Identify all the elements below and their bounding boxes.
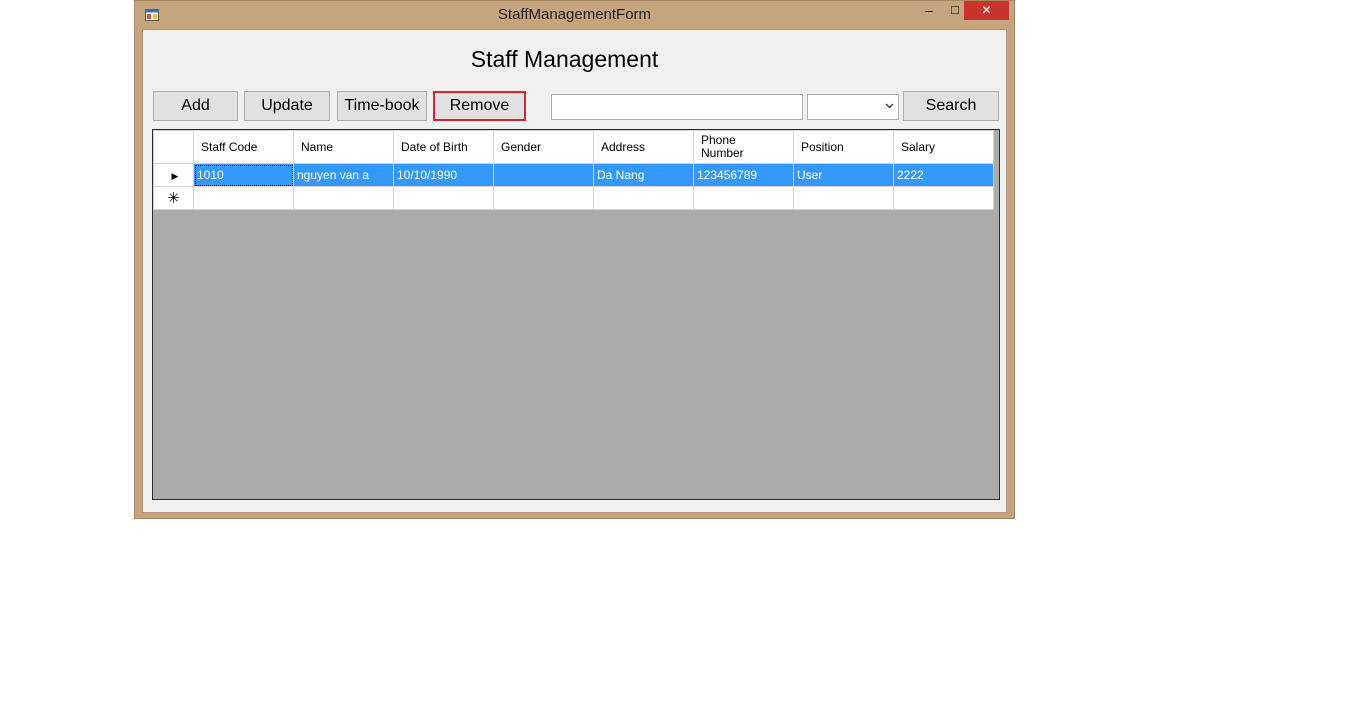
new-cell-date-of-birth[interactable] (393, 186, 494, 210)
new-cell-phone-number[interactable] (693, 186, 794, 210)
new-cell-gender[interactable] (493, 186, 594, 210)
form-client-area: Staff Management Add Update Time-book Re… (142, 29, 1007, 513)
cell-address[interactable]: Da Nang (593, 163, 694, 187)
new-row-asterisk-icon: ✳ (167, 189, 180, 207)
staff-table: Staff Code Name Date of Birth Gender Add… (153, 130, 994, 210)
corner-header-cell[interactable] (153, 130, 194, 164)
column-header-date-of-birth[interactable]: Date of Birth (393, 130, 494, 164)
minimize-button[interactable]: – (915, 1, 943, 21)
column-header-salary[interactable]: Salary (893, 130, 994, 164)
staff-data-grid[interactable]: Staff Code Name Date of Birth Gender Add… (152, 129, 1000, 500)
new-cell-name[interactable] (293, 186, 394, 210)
search-filter-combobox[interactable] (807, 94, 899, 120)
maximize-icon: □ (951, 2, 959, 17)
column-header-phone-number[interactable]: Phone Number (693, 130, 794, 164)
new-cell-position[interactable] (793, 186, 894, 210)
timebook-button[interactable]: Time-book (337, 91, 427, 121)
remove-button[interactable]: Remove (433, 91, 526, 121)
page-title: Staff Management (143, 46, 1006, 73)
new-cell-address[interactable] (593, 186, 694, 210)
column-header-position[interactable]: Position (793, 130, 894, 164)
new-cell-staff-code[interactable] (193, 186, 294, 210)
column-header-gender[interactable]: Gender (493, 130, 594, 164)
cell-salary[interactable]: 2222 (893, 163, 994, 187)
row-header-cell[interactable]: ▶ (153, 163, 194, 187)
column-header-phone-number-label: Phone Number (701, 133, 744, 160)
cell-position[interactable]: User (793, 163, 894, 187)
column-header-staff-code[interactable]: Staff Code (193, 130, 294, 164)
column-header-name[interactable]: Name (293, 130, 394, 164)
cell-name[interactable]: nguyen van a (293, 163, 394, 187)
close-icon: ✕ (981, 3, 992, 17)
search-input[interactable] (551, 94, 803, 120)
staff-management-window: StaffManagementForm – □ ✕ Staff Manageme… (134, 0, 1015, 519)
header-row: Staff Code Name Date of Birth Gender Add… (153, 130, 994, 164)
add-button[interactable]: Add (153, 91, 238, 121)
cell-phone-number[interactable]: 123456789 (693, 163, 794, 187)
page-title-text: Staff Management (470, 46, 659, 72)
search-button[interactable]: Search (903, 91, 999, 121)
new-cell-salary[interactable] (893, 186, 994, 210)
cell-gender[interactable] (493, 163, 594, 187)
chevron-down-icon[interactable] (885, 99, 894, 113)
table-row[interactable]: ▶ 1010 nguyen van a 10/10/1990 Da Nang 1… (153, 163, 994, 187)
current-row-arrow-icon: ▶ (171, 171, 179, 181)
window-title: StaffManagementForm (497, 6, 652, 23)
cell-staff-code[interactable]: 1010 (193, 163, 294, 187)
title-bar[interactable]: StaffManagementForm – □ ✕ (135, 1, 1014, 29)
close-button[interactable]: ✕ (964, 1, 1009, 20)
minimize-icon: – (925, 3, 933, 18)
cell-date-of-birth[interactable]: 10/10/1990 (393, 163, 494, 187)
column-header-address[interactable]: Address (593, 130, 694, 164)
new-row-header-cell[interactable]: ✳ (153, 186, 194, 210)
update-button[interactable]: Update (244, 91, 330, 121)
new-row[interactable]: ✳ (153, 186, 994, 210)
